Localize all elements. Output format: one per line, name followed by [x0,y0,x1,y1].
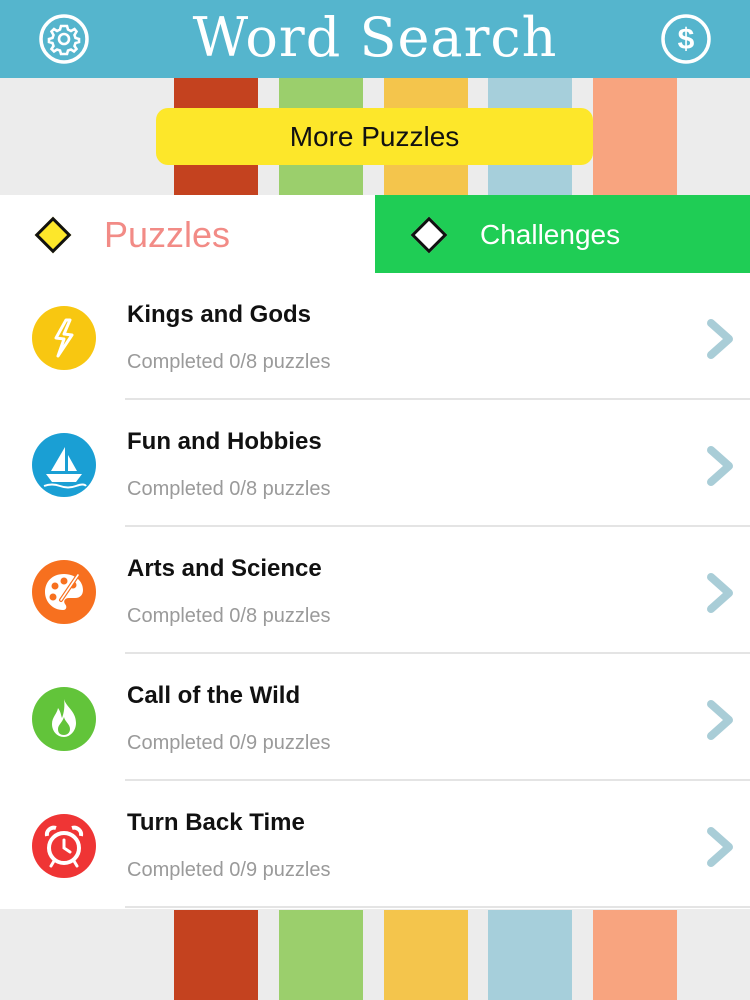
category-list: Kings and Gods Completed 0/8 puzzles Fun… [0,273,750,909]
banner-stripe [593,910,677,1000]
category-icon-circle [32,687,96,751]
category-row-fun-and-hobbies[interactable]: Fun and Hobbies Completed 0/8 puzzles [0,400,750,527]
banner-stripe [488,910,572,1000]
alarm-clock-icon [44,825,84,868]
category-status: Completed 0/8 puzzles [127,605,331,627]
app-header: Word Search $ [0,0,750,78]
tab-challenges[interactable]: Challenges [375,195,750,273]
category-icon-circle [32,433,96,497]
diamond-icon [34,216,72,254]
chevron-right-icon [707,827,733,867]
chevron-right-icon [707,700,733,740]
category-icon-circle [32,814,96,878]
chevron-right-icon [707,573,733,613]
more-puzzles-button[interactable]: More Puzzles [156,108,593,165]
banner-stripe [384,910,468,1000]
bottom-banner [0,910,750,1000]
chevron-right-icon [707,446,733,486]
palette-icon [45,573,83,610]
banner-stripe [279,910,363,1000]
category-row-kings-and-gods[interactable]: Kings and Gods Completed 0/8 puzzles [0,273,750,400]
category-name: Kings and Gods [127,301,312,328]
category-name: Arts and Science [127,555,322,582]
store-button[interactable]: $ [660,13,712,65]
tab-puzzles-label: Puzzles [104,214,231,255]
category-status: Completed 0/8 puzzles [127,351,331,373]
tab-challenges-label: Challenges [480,219,621,250]
category-name: Fun and Hobbies [127,428,322,455]
category-name: Turn Back Time [127,809,305,836]
diamond-icon [410,216,448,254]
category-row-turn-back-time[interactable]: Turn Back Time Completed 0/9 puzzles [0,781,750,908]
app-title: Word Search [192,6,558,69]
category-row-call-of-the-wild[interactable]: Call of the Wild Completed 0/9 puzzles [0,654,750,781]
banner-stripe [174,910,258,1000]
sailboat-icon [43,447,87,489]
category-icon-circle [32,560,96,624]
chevron-right-icon [707,319,733,359]
svg-text:$: $ [678,23,695,56]
tab-puzzles[interactable]: Puzzles [0,195,375,273]
category-status: Completed 0/8 puzzles [127,478,331,500]
fire-icon [52,699,76,737]
category-name: Call of the Wild [127,682,301,709]
banner-stripe [593,78,677,195]
category-status: Completed 0/9 puzzles [127,859,331,881]
category-icon-circle [32,306,96,370]
tab-bar: Puzzles Challenges [0,195,750,273]
row-divider [125,906,750,908]
category-status: Completed 0/9 puzzles [127,732,331,754]
lightning-icon [54,318,74,358]
category-row-arts-and-science[interactable]: Arts and Science Completed 0/8 puzzles [0,527,750,654]
dollar-icon: $ [661,14,711,64]
